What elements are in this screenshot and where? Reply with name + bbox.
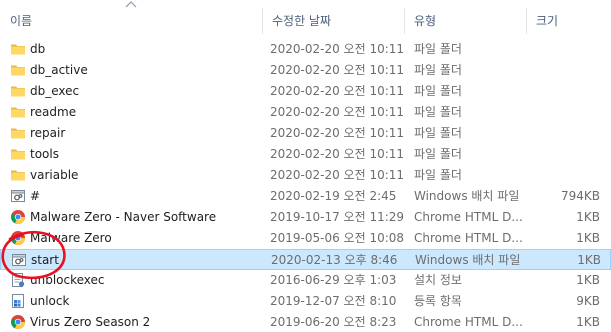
file-row[interactable]: readme 2020-02-20 오전 10:11 파일 폴더: [0, 102, 611, 123]
file-type: Chrome HTML D...: [414, 210, 523, 224]
folder-icon: [10, 81, 26, 102]
file-type: 등록 항목: [414, 294, 462, 308]
file-name: db: [30, 42, 46, 56]
file-date: 2020-02-20 오전 10:11: [270, 42, 404, 56]
file-date: 2019-10-17 오전 11:29: [270, 210, 404, 224]
file-type: 파일 폴더: [414, 84, 462, 98]
file-name: db_active: [30, 63, 88, 77]
file-row[interactable]: db 2020-02-20 오전 10:11 파일 폴더: [0, 39, 611, 60]
setup-info-icon: [10, 270, 26, 291]
file-type: 설치 정보: [414, 273, 462, 287]
file-name: Malware Zero: [30, 231, 112, 245]
chrome-icon: [10, 207, 26, 228]
file-size: [530, 60, 600, 81]
column-header-date[interactable]: 수정한 날짜: [262, 10, 404, 32]
file-name: Virus Zero Season 2: [30, 315, 151, 329]
file-date: 2020-02-20 오전 10:11: [270, 147, 404, 161]
file-type: Chrome HTML D...: [414, 231, 523, 245]
file-type: Windows 배치 파일: [414, 189, 520, 203]
file-row[interactable]: tools 2020-02-20 오전 10:11 파일 폴더: [0, 144, 611, 165]
file-name: unblockexec: [30, 273, 105, 287]
file-row[interactable]: Malware Zero - Naver Software 2019-10-17 …: [0, 207, 611, 228]
column-header-type[interactable]: 유형: [404, 10, 526, 32]
column-header-name[interactable]: 이름: [0, 10, 262, 32]
folder-icon: [10, 165, 26, 186]
file-row[interactable]: repair 2020-02-20 오전 10:11 파일 폴더: [0, 123, 611, 144]
file-type: 파일 폴더: [414, 168, 462, 182]
file-size: 1KB: [576, 315, 600, 329]
file-size: [530, 39, 600, 60]
file-name: readme: [30, 105, 77, 119]
file-date: 2020-02-20 오전 10:11: [270, 105, 404, 119]
folder-icon: [10, 102, 26, 123]
file-size: [530, 102, 600, 123]
file-size: 1KB: [577, 253, 601, 267]
file-date: 2020-02-19 오전 2:45: [270, 189, 397, 203]
file-type: 파일 폴더: [414, 63, 462, 77]
file-date: 2020-02-20 오전 10:11: [270, 63, 404, 77]
file-size: [530, 144, 600, 165]
file-type: Chrome HTML D...: [414, 315, 523, 329]
folder-icon: [10, 60, 26, 81]
file-date: 2016-06-29 오후 1:03: [270, 273, 397, 287]
file-row[interactable]: start 2020-02-13 오후 8:46 Windows 배치 파일 1KB: [0, 249, 611, 270]
file-type: 파일 폴더: [414, 147, 462, 161]
folder-icon: [10, 123, 26, 144]
column-header-bar: 이름 수정한 날짜 유형 크기: [0, 0, 611, 38]
folder-icon: [10, 39, 26, 60]
chrome-icon: [10, 312, 26, 332]
file-name: db_exec: [30, 84, 80, 98]
file-name: repair: [30, 126, 66, 140]
file-type: 파일 폴더: [414, 42, 462, 56]
file-size: 1KB: [576, 210, 600, 224]
file-size: 1KB: [576, 273, 600, 287]
file-size: 794KB: [560, 189, 600, 203]
file-size: [530, 81, 600, 102]
file-type: 파일 폴더: [414, 126, 462, 140]
file-name: start: [31, 253, 59, 267]
file-type: 파일 폴더: [414, 105, 462, 119]
file-date: 2020-02-20 오전 10:11: [270, 126, 404, 140]
file-row[interactable]: unlock 2019-12-07 오전 8:10 등록 항목 9KB: [0, 291, 611, 312]
file-size: [530, 165, 600, 186]
column-header-size[interactable]: 크기: [526, 10, 611, 32]
file-list: db 2020-02-20 오전 10:11 파일 폴더 db_active 2020-…: [0, 39, 611, 332]
file-name: Malware Zero - Naver Software: [30, 210, 217, 224]
file-row[interactable]: unblockexec 2016-06-29 오후 1:03 설치 정보 1KB: [0, 270, 611, 291]
file-date: 2020-02-20 오전 10:11: [270, 168, 404, 182]
file-name: tools: [30, 147, 59, 161]
folder-icon: [10, 144, 26, 165]
file-row[interactable]: Malware Zero 2019-05-06 오전 10:08 Chrome HT…: [0, 228, 611, 249]
file-size: [530, 123, 600, 144]
file-name: unlock: [30, 294, 70, 308]
file-name: variable: [30, 168, 79, 182]
file-size: 9KB: [576, 294, 600, 308]
file-type: Windows 배치 파일: [415, 253, 521, 267]
file-date: 2020-02-13 오후 8:46: [271, 253, 398, 267]
file-row[interactable]: db_active 2020-02-20 오전 10:11 파일 폴더: [0, 60, 611, 81]
file-date: 2020-02-20 오전 10:11: [270, 84, 404, 98]
batch-file-icon: [11, 250, 27, 271]
file-date: 2019-06-20 오전 8:23: [270, 315, 397, 329]
file-row[interactable]: Virus Zero Season 2 2019-06-20 오전 8:23 Chr…: [0, 312, 611, 332]
file-date: 2019-12-07 오전 8:10: [270, 294, 397, 308]
batch-file-icon: [10, 186, 26, 207]
file-name: #: [30, 189, 41, 203]
chrome-icon: [10, 228, 26, 249]
registry-icon: [10, 291, 26, 312]
file-size: 1KB: [576, 231, 600, 245]
sort-ascending-icon[interactable]: [124, 0, 138, 9]
file-row[interactable]: db_exec 2020-02-20 오전 10:11 파일 폴더: [0, 81, 611, 102]
file-row[interactable]: variable 2020-02-20 오전 10:11 파일 폴더: [0, 165, 611, 186]
file-row[interactable]: #2020-02-19 오전 2:45 Windows 배치 파일 794KB: [0, 186, 611, 207]
file-date: 2019-05-06 오전 10:08: [270, 231, 404, 245]
